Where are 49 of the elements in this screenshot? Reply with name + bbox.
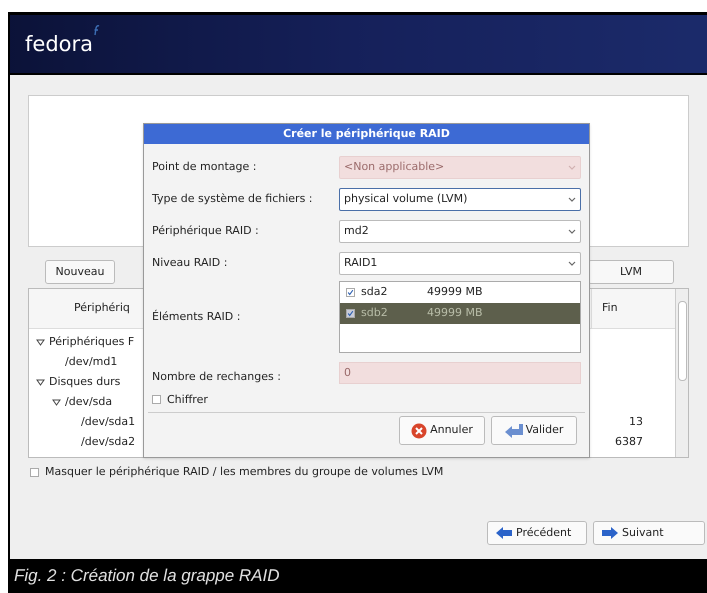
field-label: Éléments RAID :: [152, 308, 242, 325]
dropdown[interactable]: RAID1: [339, 252, 581, 275]
checkbox-label[interactable]: Chiffrer: [167, 392, 208, 408]
checkbox[interactable]: [30, 468, 39, 477]
tree-item[interactable]: /dev/md1: [63, 354, 118, 370]
checkbox-label[interactable]: Masquer le périphérique RAID / les membres du groupe de volumes LVM: [45, 464, 444, 480]
check-icon: [347, 288, 354, 297]
dropdown[interactable]: physical volume (LVM): [339, 188, 581, 211]
chevron-down-icon: [568, 197, 576, 202]
dialog-button[interactable]: Annuler: [399, 416, 485, 445]
table-cell: 6387: [615, 434, 643, 448]
toolbar-button[interactable]: Nouveau: [45, 260, 115, 284]
toolbar-button[interactable]: LVM: [588, 260, 674, 284]
nav-button[interactable]: Précédent: [487, 521, 587, 545]
cancel-icon: [411, 422, 428, 438]
tree-item[interactable]: Périphériques F: [47, 334, 134, 350]
list-item[interactable]: sda2 49999 MB: [340, 282, 580, 303]
figure-caption: Fig. 2 : Création de la grappe RAID: [14, 565, 280, 588]
column-header[interactable]: Fin: [591, 289, 661, 328]
field-label: Point de montage :: [152, 159, 258, 176]
scrollbar[interactable]: [675, 289, 688, 457]
right-arrow-icon: [602, 527, 618, 539]
enter-arrow-icon: [504, 424, 523, 438]
tree-item[interactable]: /dev/sda: [63, 394, 112, 410]
tree-item[interactable]: /dev/sda2: [79, 434, 136, 450]
nav-button[interactable]: Suivant: [593, 521, 705, 545]
chevron-down-icon: [568, 165, 576, 170]
collapse-triangle-icon[interactable]: [36, 338, 44, 346]
left-arrow-icon: [496, 527, 512, 539]
chevron-down-icon: [568, 229, 576, 234]
dialog-title: Créer le périphérique RAID: [144, 124, 589, 144]
field-label: Niveau RAID :: [152, 255, 228, 272]
table-cell: 13: [629, 414, 643, 428]
tree-item[interactable]: /dev/sda1: [79, 414, 136, 430]
collapse-triangle-icon[interactable]: [52, 398, 60, 406]
logo-mark-icon: [94, 25, 100, 36]
checkbox[interactable]: [346, 309, 355, 318]
logo-text: fedora: [25, 34, 93, 54]
checkbox[interactable]: [346, 288, 355, 297]
chevron-down-icon: [568, 261, 576, 266]
field-label: Périphérique RAID :: [152, 223, 260, 240]
collapse-triangle-icon[interactable]: [36, 378, 44, 386]
check-icon: [347, 309, 354, 318]
dialog-button[interactable]: Valider: [491, 416, 577, 445]
field-label: Nombre de rechanges :: [152, 369, 282, 385]
dropdown[interactable]: md2: [339, 220, 581, 243]
checkbox[interactable]: [152, 395, 161, 404]
field-label: Type de système de fichiers :: [152, 191, 314, 208]
tree-item[interactable]: Disques durs: [47, 374, 120, 390]
